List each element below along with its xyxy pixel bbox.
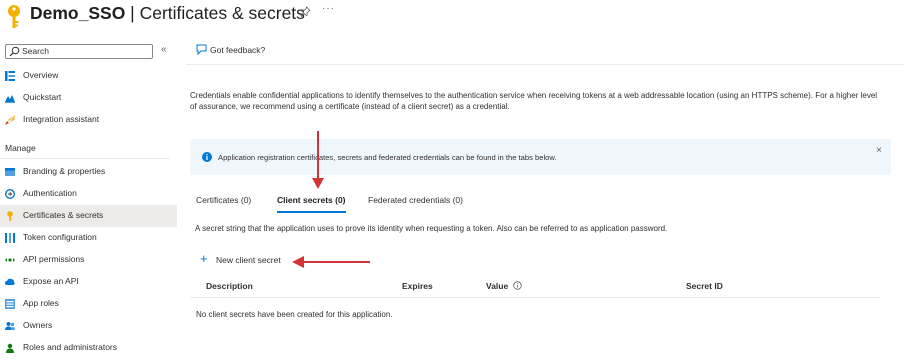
sidebar-item-api-permissions[interactable]: API permissions: [0, 249, 177, 271]
search-placeholder: Search: [22, 46, 49, 56]
close-icon[interactable]: ×: [876, 145, 882, 156]
feedback-button[interactable]: Got feedback?: [196, 44, 266, 55]
more-options-icon[interactable]: ···: [322, 3, 335, 14]
sidebar-item-authentication[interactable]: Authentication: [0, 183, 177, 205]
section-divider: [0, 158, 170, 159]
sidebar-item-owners[interactable]: Owners: [0, 315, 177, 337]
table-header-divider: [190, 297, 880, 298]
key-icon: [7, 211, 13, 221]
main-content: Got feedback? Credentials enable confide…: [186, 38, 904, 364]
sidebar-item-label: Token configuration: [23, 232, 97, 242]
collapse-sidebar-icon[interactable]: «: [161, 44, 167, 55]
token-icon: [5, 233, 15, 243]
info-icon: [202, 152, 212, 162]
sidebar: Search « Overview Quickstart Integration…: [0, 38, 177, 364]
sidebar-item-branding[interactable]: Branding & properties: [0, 161, 177, 183]
sidebar-item-label: Expose an API: [23, 276, 79, 286]
info-circle-icon[interactable]: [512, 281, 522, 290]
sidebar-item-roles-administrators[interactable]: Roles and administrators: [0, 337, 177, 359]
sidebar-item-quickstart[interactable]: Quickstart: [0, 87, 177, 109]
section-manage: Manage: [5, 143, 36, 153]
quickstart-icon: [5, 95, 15, 103]
app-name: Demo_SSO: [30, 3, 126, 23]
owners-icon: [5, 322, 15, 330]
overview-icon: [5, 71, 15, 81]
sidebar-item-certificates-secrets[interactable]: Certificates & secrets: [0, 205, 177, 227]
sidebar-item-app-roles[interactable]: App roles: [0, 293, 177, 315]
page-header: Demo_SSO | Certificates & secrets ···: [0, 0, 904, 34]
branding-icon: [5, 168, 15, 176]
feedback-label: Got feedback?: [210, 45, 266, 55]
sidebar-item-overview[interactable]: Overview: [0, 65, 177, 87]
feedback-icon: [196, 44, 207, 55]
command-bar-divider: [186, 64, 904, 65]
plus-icon: +: [200, 251, 208, 266]
api-permissions-icon: [5, 258, 15, 262]
authentication-icon: [5, 189, 15, 199]
key-icon: [8, 5, 20, 28]
new-client-secret-button[interactable]: + New client secret: [200, 251, 281, 266]
tab-certificates[interactable]: Certificates (0): [196, 195, 251, 213]
roles-icon: [6, 343, 14, 353]
page-title: Demo_SSO | Certificates & secrets: [30, 3, 305, 24]
column-header-expires[interactable]: Expires: [402, 281, 433, 291]
credentials-description: Credentials enable confidential applicat…: [190, 91, 878, 111]
sidebar-item-label: Owners: [23, 320, 53, 330]
empty-table-message: No client secrets have been created for …: [196, 310, 393, 319]
tab-client-secrets[interactable]: Client secrets (0): [277, 195, 346, 213]
sidebar-item-label: App roles: [23, 298, 59, 308]
page-name: | Certificates & secrets: [125, 3, 305, 23]
search-input[interactable]: Search: [5, 44, 153, 59]
sidebar-item-label: Certificates & secrets: [23, 210, 104, 220]
client-secret-description: A secret string that the application use…: [195, 224, 668, 233]
sidebar-item-label: API permissions: [23, 254, 85, 264]
new-client-secret-label: New client secret: [216, 255, 281, 265]
rocket-icon: [5, 115, 15, 125]
sidebar-item-label: Branding & properties: [23, 166, 106, 176]
pin-icon[interactable]: [300, 6, 311, 20]
sidebar-item-label: Authentication: [23, 188, 77, 198]
cloud-icon: [5, 278, 15, 285]
sidebar-item-label: Quickstart: [23, 92, 62, 102]
sidebar-item-label: Roles and administrators: [23, 342, 118, 352]
column-header-description[interactable]: Description: [206, 281, 253, 291]
sidebar-item-token-configuration[interactable]: Token configuration: [0, 227, 177, 249]
info-banner: Application registration certificates, s…: [190, 139, 891, 175]
sidebar-item-label: Integration assistant: [23, 114, 100, 124]
sidebar-item-expose-api[interactable]: Expose an API: [0, 271, 177, 293]
column-header-value[interactable]: Value: [486, 281, 522, 291]
tab-federated-credentials[interactable]: Federated credentials (0): [368, 195, 463, 213]
app-roles-icon: [5, 299, 15, 309]
column-header-secret-id[interactable]: Secret ID: [686, 281, 723, 291]
column-header-value-label: Value: [486, 281, 509, 291]
sidebar-item-integration-assistant[interactable]: Integration assistant: [0, 109, 177, 131]
info-banner-text: Application registration certificates, s…: [218, 153, 557, 162]
sidebar-item-label: Overview: [23, 70, 59, 80]
search-icon: [9, 46, 20, 57]
